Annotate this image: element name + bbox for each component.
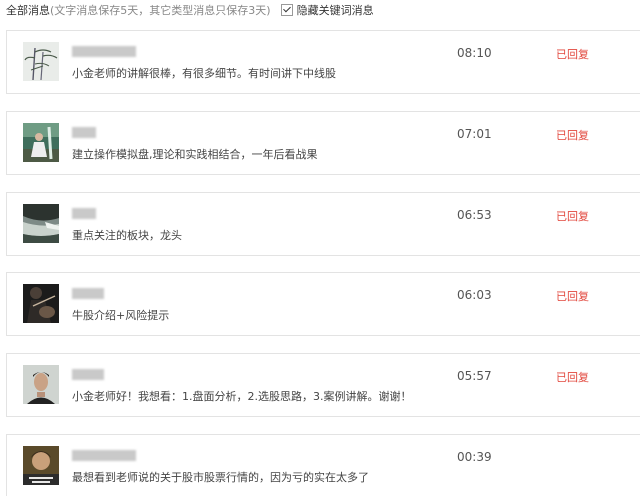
message-list-page: 全部消息 (文字消息保存5天，其它类型消息只保存3天) 隐藏关键词消息 小金老师… xyxy=(0,0,640,496)
user-avatar-icon[interactable] xyxy=(23,365,59,404)
message-text: 小金老师好！我想看：1.盘面分析，2.选股思路，3.案例讲解。谢谢！ xyxy=(72,390,412,403)
message-time: 06:03 xyxy=(457,288,492,302)
all-messages-title[interactable]: 全部消息 xyxy=(6,2,50,18)
message-text: 牛股介绍+风险提示 xyxy=(72,309,170,322)
sender-name-blurred xyxy=(72,450,136,461)
reply-status[interactable]: 已回复 xyxy=(556,127,589,143)
reply-status[interactable]: 已回复 xyxy=(556,369,589,385)
message-item[interactable]: 最想看到老师说的关于股市股票行情的，因为亏的实在太多了 00:39 xyxy=(6,434,640,496)
message-item[interactable]: 小金老师的讲解很棒，有很多细节。有时间讲下中线股 08:10 已回复 xyxy=(6,30,640,94)
user-avatar-icon[interactable] xyxy=(23,42,59,81)
reply-status[interactable]: 已回复 xyxy=(556,208,589,224)
message-time: 06:53 xyxy=(457,208,492,222)
user-avatar-icon[interactable] xyxy=(23,204,59,243)
message-text: 重点关注的板块，龙头 xyxy=(72,229,182,242)
message-text: 建立操作模拟盘,理论和实践相结合，一年后看战果 xyxy=(72,148,318,161)
message-time: 00:39 xyxy=(457,450,492,464)
message-time: 05:57 xyxy=(457,369,492,383)
message-text: 最想看到老师说的关于股市股票行情的，因为亏的实在太多了 xyxy=(72,471,369,484)
retention-note: (文字消息保存5天，其它类型消息只保存3天) xyxy=(50,4,271,17)
sender-name-blurred xyxy=(72,46,136,57)
message-item[interactable]: 小金老师好！我想看：1.盘面分析，2.选股思路，3.案例讲解。谢谢！ 05:57… xyxy=(6,353,640,417)
message-time: 07:01 xyxy=(457,127,492,141)
message-item[interactable]: 重点关注的板块，龙头 06:53 已回复 xyxy=(6,192,640,256)
message-item[interactable]: 牛股介绍+风险提示 06:03 已回复 xyxy=(6,272,640,336)
user-avatar-icon[interactable] xyxy=(23,446,59,485)
message-text: 小金老师的讲解很棒，有很多细节。有时间讲下中线股 xyxy=(72,67,336,80)
reply-status[interactable]: 已回复 xyxy=(556,288,589,304)
sender-name-blurred xyxy=(72,288,104,299)
user-avatar-icon[interactable] xyxy=(23,123,59,162)
sender-name-blurred xyxy=(72,369,104,380)
reply-status[interactable]: 已回复 xyxy=(556,46,589,62)
hide-keyword-label[interactable]: 隐藏关键词消息 xyxy=(297,2,374,18)
message-filter-bar: 全部消息 (文字消息保存5天，其它类型消息只保存3天) 隐藏关键词消息 xyxy=(6,0,374,20)
message-item[interactable]: 建立操作模拟盘,理论和实践相结合，一年后看战果 07:01 已回复 xyxy=(6,111,640,175)
sender-name-blurred xyxy=(72,127,96,138)
sender-name-blurred xyxy=(72,208,96,219)
hide-keyword-checkbox[interactable] xyxy=(280,4,293,16)
message-time: 08:10 xyxy=(457,46,492,60)
user-avatar-icon[interactable] xyxy=(23,284,59,323)
